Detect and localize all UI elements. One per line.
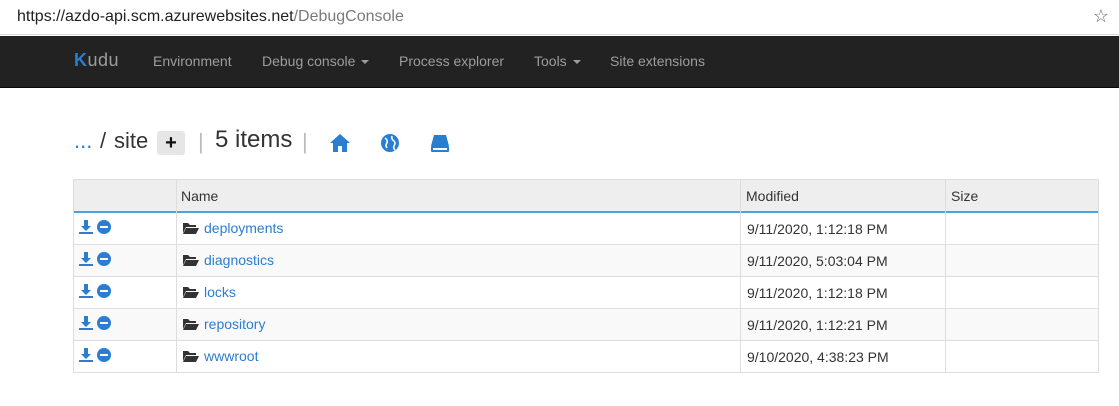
folder-open-icon [183, 351, 199, 362]
file-name-cell: locks [182, 284, 236, 300]
drive-icon[interactable] [429, 132, 451, 154]
file-name-cell: repository [182, 316, 265, 332]
download-icon[interactable] [79, 220, 93, 234]
column-divider [740, 180, 741, 372]
folder-link[interactable]: repository [204, 316, 265, 332]
folder-open-icon [183, 255, 199, 266]
folder-link[interactable]: wwwroot [204, 348, 258, 364]
remove-icon[interactable] [97, 252, 111, 266]
header-name[interactable]: Name [181, 188, 218, 204]
nav-site-extensions[interactable]: Site extensions [610, 53, 705, 69]
item-count: 5 items [215, 126, 293, 153]
row-actions [79, 284, 119, 300]
caret-down-icon [361, 60, 370, 65]
download-icon[interactable] [79, 284, 93, 298]
nav-debug-console[interactable]: Debug console [262, 53, 370, 69]
folder-link[interactable]: locks [204, 284, 236, 300]
modified-cell: 9/11/2020, 1:12:18 PM [747, 221, 888, 237]
remove-icon[interactable] [97, 316, 111, 330]
current-folder-name: site [114, 128, 149, 153]
address-bar[interactable]: https://azdo-api.scm.azurewebsites.net/D… [0, 0, 1119, 35]
url-text[interactable]: https://azdo-api.scm.azurewebsites.net/D… [17, 8, 404, 26]
nav-process-explorer[interactable]: Process explorer [399, 53, 504, 69]
column-divider [176, 180, 177, 372]
kudu-logo[interactable]: Kudu [74, 50, 119, 71]
header-size[interactable]: Size [951, 188, 978, 204]
nav-tools[interactable]: Tools [534, 53, 581, 69]
breadcrumb-separator: / [100, 128, 107, 153]
download-icon[interactable] [79, 252, 93, 266]
globe-icon[interactable] [379, 132, 401, 154]
modified-cell: 9/11/2020, 1:12:21 PM [747, 317, 888, 333]
add-button[interactable]: + [157, 131, 185, 155]
row-actions [79, 252, 119, 268]
home-icon[interactable] [329, 132, 351, 154]
file-table: Name Modified Size deployments 9/11/2020… [73, 179, 1099, 373]
download-icon[interactable] [79, 348, 93, 362]
top-navbar: Kudu Environment Debug console Process e… [0, 36, 1119, 88]
caret-down-icon [572, 60, 581, 65]
folder-open-icon [183, 319, 199, 330]
folder-open-icon [183, 287, 199, 298]
file-name-cell: wwwroot [182, 348, 258, 364]
nav-environment[interactable]: Environment [153, 53, 232, 69]
url-host: https://azdo-api.scm.azurewebsites.net [17, 8, 294, 25]
row-actions [79, 316, 119, 332]
modified-cell: 9/10/2020, 4:38:23 PM [747, 349, 889, 365]
row-actions [79, 220, 119, 236]
file-name-cell: diagnostics [182, 252, 274, 268]
file-name-cell: deployments [182, 220, 283, 236]
folder-open-icon [183, 223, 199, 234]
download-icon[interactable] [79, 316, 93, 330]
remove-icon[interactable] [97, 284, 111, 298]
row-actions [79, 348, 119, 364]
breadcrumb-parent-link[interactable]: ... [74, 128, 92, 154]
column-divider [945, 180, 946, 372]
remove-icon[interactable] [97, 220, 111, 234]
folder-link[interactable]: deployments [204, 220, 283, 236]
url-path: /DebugConsole [293, 8, 404, 25]
star-icon[interactable]: ☆ [1093, 6, 1109, 27]
remove-icon[interactable] [97, 348, 111, 362]
folder-link[interactable]: diagnostics [204, 252, 274, 268]
divider: | [198, 129, 204, 154]
modified-cell: 9/11/2020, 5:03:04 PM [747, 253, 888, 269]
header-modified[interactable]: Modified [746, 188, 799, 204]
divider: | [302, 129, 308, 154]
modified-cell: 9/11/2020, 1:12:18 PM [747, 285, 888, 301]
breadcrumb: ... / site + | 5 items | [74, 126, 574, 160]
